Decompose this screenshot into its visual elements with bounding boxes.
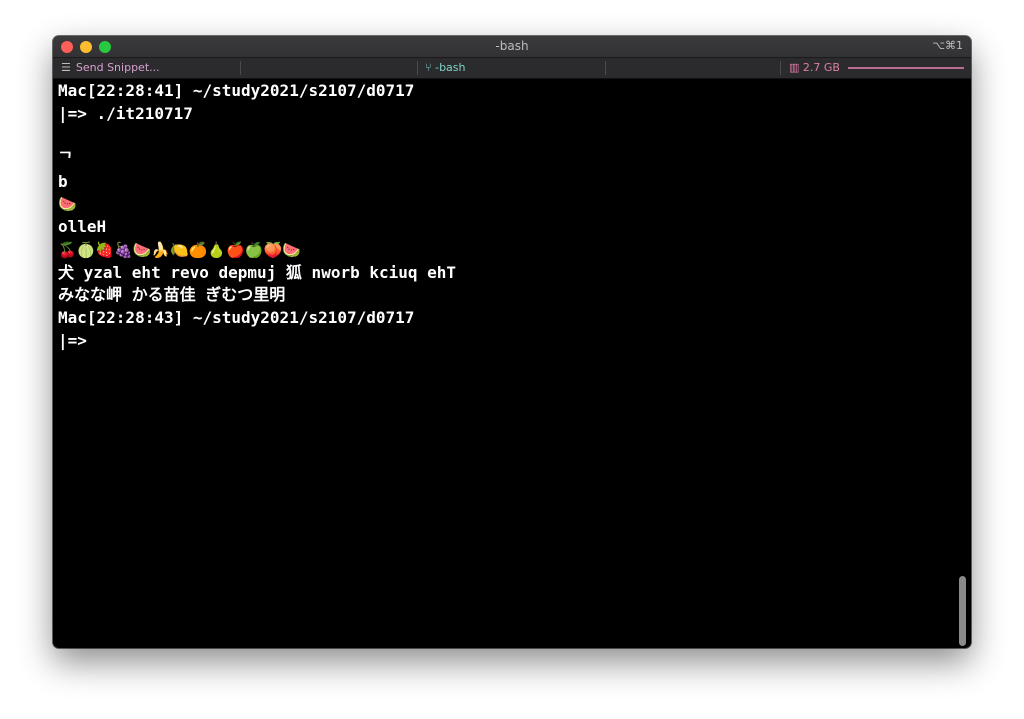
status-divider (240, 61, 241, 75)
window-shortcut: ⌥⌘1 (932, 39, 963, 52)
scrollbar-thumb[interactable] (959, 576, 966, 646)
terminal-line: |=> ./it210717 (58, 103, 193, 123)
terminal-line: 🍉 (58, 195, 77, 214)
terminal-line: ᄀ (58, 149, 73, 169)
branch-icon: ⑂ (425, 61, 432, 74)
title-bar: -bash ⌥⌘1 (53, 36, 971, 57)
memory-graph (848, 67, 964, 69)
terminal-window: -bash ⌥⌘1 ☰ Send Snippet... ⑂ -bash ▥ 2.7… (53, 36, 971, 648)
terminal-line: Mac[22:28:41] ~/study2021/s2107/d0717 (58, 81, 415, 100)
send-snippet-label: Send Snippet... (75, 61, 160, 74)
terminal-output[interactable]: Mac[22:28:41] ~/study2021/s2107/d0717 |=… (58, 80, 948, 640)
terminal-line: 犬 yzal eht revo depmuj 狐 nworb kciuq ehT (58, 262, 457, 282)
terminal-line: |=> (58, 330, 87, 350)
memory-status: ▥ 2.7 GB (789, 61, 840, 74)
window-title: -bash (495, 39, 529, 53)
job-status: ⑂ -bash (425, 61, 466, 74)
status-divider (780, 61, 781, 75)
memory-label: 2.7 GB (802, 61, 840, 74)
status-divider (417, 61, 418, 75)
send-snippet-button[interactable]: ☰ Send Snippet... (61, 61, 160, 74)
terminal-line: みなな岬 かる苗佳 ぎむつ里明 (58, 285, 286, 305)
menu-icon: ☰ (61, 61, 71, 74)
terminal-line: olleH (58, 217, 107, 237)
status-bar: ☰ Send Snippet... ⑂ -bash ▥ 2.7 GB (53, 57, 971, 79)
terminal-line: b (58, 171, 68, 191)
status-divider (605, 61, 606, 75)
terminal-line: Mac[22:28:43] ~/study2021/s2107/d0717 (58, 307, 415, 327)
terminal-line: 🍒🍈🍓🍇🍉🍌🍋🍊🍐🍎🍏🍑🍉 (58, 240, 301, 259)
job-label: -bash (435, 61, 466, 74)
memory-icon: ▥ (789, 61, 800, 74)
